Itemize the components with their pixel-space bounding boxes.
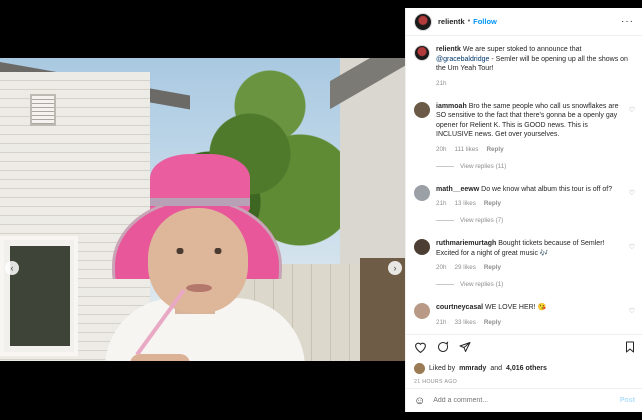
comment-icon[interactable]	[437, 341, 449, 355]
comment-time: 21h	[436, 318, 447, 326]
comment-heart-icon[interactable]: ♡	[629, 307, 635, 315]
comment-time: 20h	[436, 145, 447, 153]
divider	[436, 165, 454, 167]
comment-likes[interactable]: 29 likes	[455, 264, 476, 271]
post-photo[interactable]: ‹ ›	[0, 58, 405, 361]
reply-button[interactable]: Reply	[484, 200, 501, 207]
comment-time: 20h	[436, 264, 447, 271]
comment-item: math__eeww Do we know what album this to…	[414, 184, 635, 207]
comment-item: iammoah Bro the same people who call us …	[414, 101, 635, 153]
post-actions: Liked by mmrady and 4,016 others 21 HOUR…	[406, 334, 642, 385]
comment-heart-icon[interactable]: ♡	[629, 243, 635, 251]
avatar[interactable]	[414, 12, 432, 31]
comment-meta: 20h 29 likes Reply	[436, 264, 623, 271]
photo-hand	[130, 354, 190, 361]
share-icon[interactable]	[459, 341, 471, 355]
view-replies-button[interactable]: View replies (1)	[436, 281, 635, 288]
heart-icon[interactable]	[414, 341, 427, 355]
comment-meta: 20h 111 likes Reply	[436, 146, 623, 153]
photo-vent	[30, 94, 56, 126]
action-icons	[414, 341, 635, 355]
comment-heart-icon[interactable]: ♡	[629, 189, 635, 197]
follow-button[interactable]: Follow	[473, 17, 497, 26]
reply-button[interactable]: Reply	[486, 146, 503, 153]
caption-time: 21h	[436, 79, 447, 87]
post-header: relientk • Follow ···	[406, 8, 642, 36]
mention-link[interactable]: @gracebaldridge	[436, 56, 489, 63]
photo-eyes	[170, 248, 230, 254]
photo-hat-band	[150, 198, 250, 206]
comments-list[interactable]: relientk We are super stoked to announce…	[406, 37, 642, 333]
comment-text: courtneycasal WE LOVE HER! 😘	[436, 304, 547, 311]
comment-time: 21h	[436, 200, 447, 207]
post-panel: relientk • Follow ··· relientk We are su…	[405, 8, 642, 412]
comment-username[interactable]: ruthmariemurtagh	[436, 240, 496, 247]
comment-text: iammoah Bro the same people who call us …	[436, 102, 619, 139]
avatar[interactable]	[414, 101, 430, 118]
comment-text: math__eeww Do we know what album this to…	[436, 185, 613, 193]
comment-input[interactable]	[433, 397, 612, 404]
comment-item: ruthmariemurtagh Bought tickets because …	[414, 239, 635, 271]
photo-window	[0, 236, 78, 356]
next-photo-icon[interactable]: ›	[388, 261, 402, 275]
liked-by-user[interactable]: mmrady	[459, 365, 486, 372]
comment-likes[interactable]: 33 likes	[455, 319, 476, 326]
bookmark-icon[interactable]	[625, 341, 635, 355]
avatar[interactable]	[414, 303, 430, 319]
avatar[interactable]	[414, 363, 425, 374]
liked-by-count[interactable]: 4,016 others	[506, 365, 547, 372]
reply-button[interactable]: Reply	[484, 319, 501, 326]
comment-username[interactable]: math__eeww	[436, 186, 479, 193]
header-username[interactable]: relientk	[438, 17, 465, 26]
avatar[interactable]	[414, 45, 430, 61]
emoji-icon[interactable]: ☺	[414, 395, 425, 407]
photo-person-face	[148, 208, 248, 313]
view-replies-button[interactable]: View replies (7)	[436, 217, 635, 224]
reply-button[interactable]: Reply	[484, 264, 501, 271]
post-caption: relientk We are super stoked to announce…	[414, 45, 635, 87]
comment-heart-icon[interactable]: ♡	[629, 106, 635, 114]
comment-text: ruthmariemurtagh Bought tickets because …	[436, 240, 605, 257]
more-horizontal-icon[interactable]: ···	[621, 16, 634, 27]
dot-separator: •	[467, 18, 471, 25]
post-button[interactable]: Post	[620, 397, 635, 404]
avatar[interactable]	[414, 184, 430, 201]
add-comment-bar: ☺ Post	[406, 388, 642, 412]
caption-text: relientk We are super stoked to announce…	[436, 46, 628, 72]
caption-username[interactable]: relientk	[436, 46, 461, 53]
avatar[interactable]	[414, 239, 430, 255]
posted-time: 21 HOURS AGO	[414, 379, 458, 385]
comment-meta: 21h 13 likes Reply	[436, 200, 623, 207]
comment-likes[interactable]: 111 likes	[455, 146, 479, 153]
comment-likes[interactable]: 13 likes	[455, 200, 476, 207]
divider	[436, 220, 454, 221]
comment-item: courtneycasal WE LOVE HER! 😘 21h 33 like…	[414, 303, 635, 326]
liked-by: Liked by mmrady and 4,016 others	[414, 363, 635, 374]
comment-username[interactable]: courtneycasal	[436, 304, 483, 311]
comment-meta: 21h 33 likes Reply	[436, 319, 623, 326]
previous-photo-icon[interactable]: ‹	[5, 261, 19, 275]
divider	[436, 284, 454, 285]
comment-username[interactable]: iammoah	[436, 103, 467, 110]
view-replies-button[interactable]: View replies (11)	[436, 163, 635, 170]
photo-mouth	[186, 284, 212, 292]
